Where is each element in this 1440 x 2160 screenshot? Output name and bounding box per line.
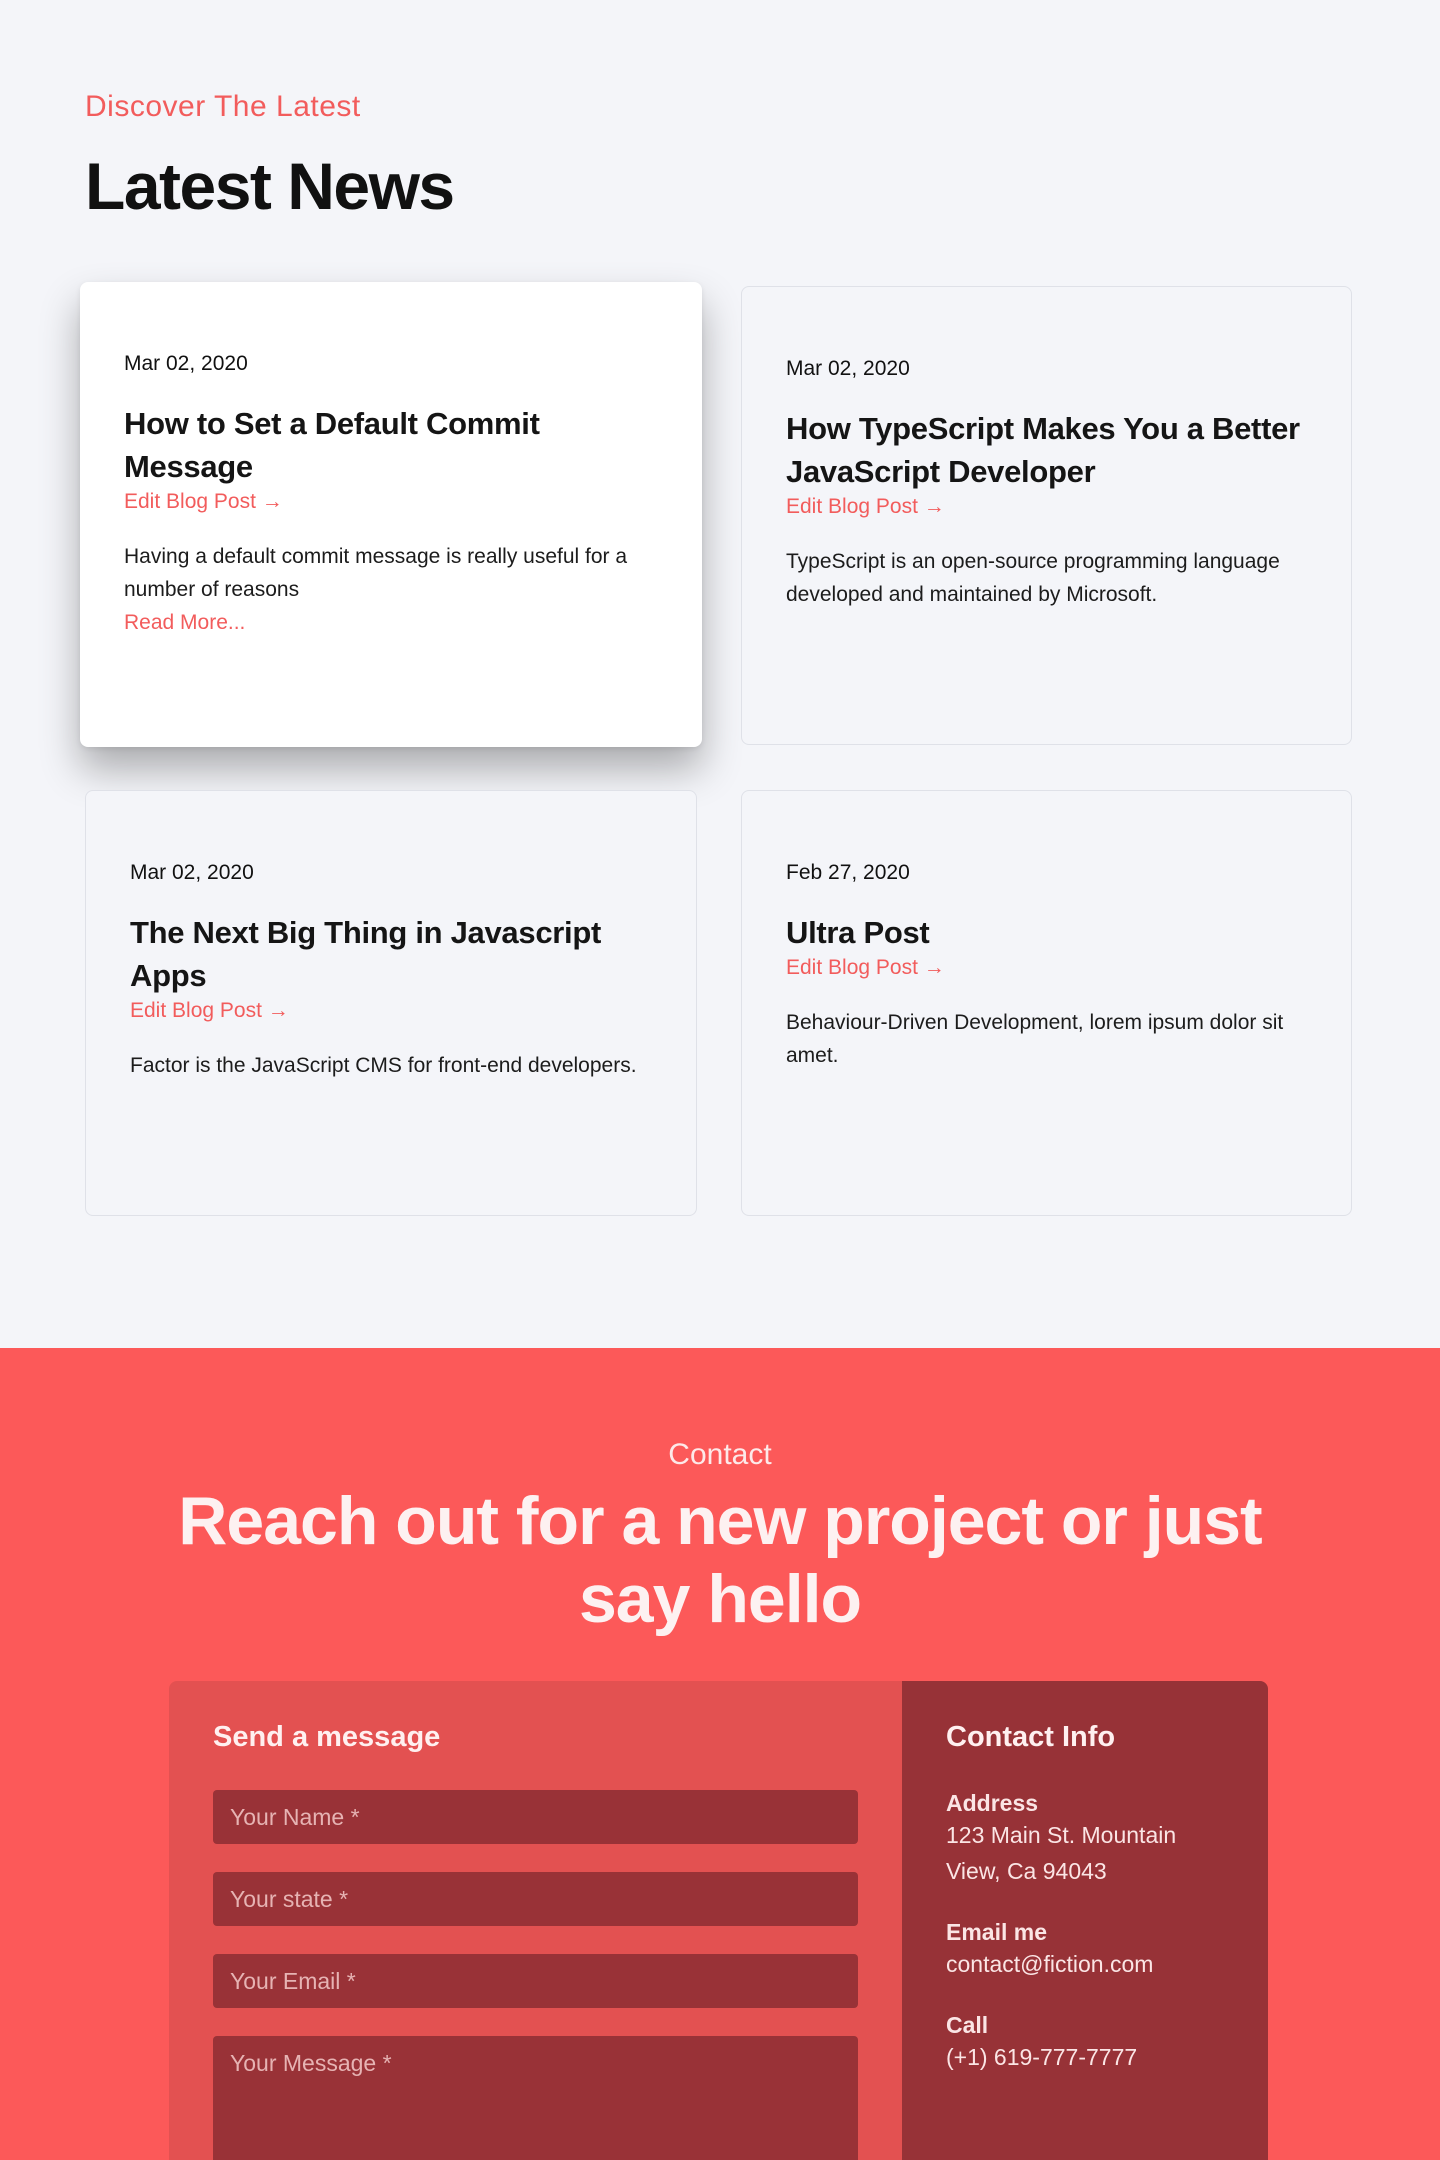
form-title: Send a message (213, 1721, 441, 1753)
post-date: Mar 02, 2020 (130, 861, 254, 884)
contact-heading: Reach out for a new project or just say … (178, 1483, 1262, 1637)
edit-blog-post-link[interactable]: Edit Blog Post → (786, 956, 1307, 980)
address-value: 123 Main St. Mountain View, Ca 94043 (946, 1822, 1177, 1884)
news-heading: Latest News (85, 149, 455, 223)
post-excerpt: Behaviour-Driven Development, lorem ipsu… (786, 1011, 1284, 1067)
news-card[interactable]: Mar 02, 2020 The Next Big Thing in Javas… (85, 790, 697, 1216)
post-date: Feb 27, 2020 (786, 861, 910, 884)
post-title[interactable]: How TypeScript Makes You a Better JavaSc… (786, 407, 1307, 493)
email-value[interactable]: contact@fiction.com (946, 1946, 1224, 1982)
address-label: Address (946, 1790, 1039, 1816)
read-more-link[interactable]: Read More... (124, 606, 658, 639)
name-input[interactable] (213, 1790, 858, 1844)
post-date: Mar 02, 2020 (124, 352, 248, 375)
edit-blog-post-link[interactable]: Edit Blog Post → (786, 495, 1307, 519)
post-excerpt: Having a default commit message is reall… (124, 545, 628, 601)
message-form: Send a message (169, 1681, 902, 2160)
call-label: Call (946, 2012, 989, 2038)
post-date: Mar 02, 2020 (786, 357, 910, 380)
post-excerpt: TypeScript is an open-source programming… (786, 550, 1280, 606)
post-excerpt: Factor is the JavaScript CMS for front-e… (130, 1054, 637, 1077)
contact-kicker: Contact (668, 1438, 772, 1471)
latest-news-section: Discover The Latest Latest News Mar 02, … (0, 0, 1440, 1348)
edit-blog-post-link[interactable]: Edit Blog Post → (124, 490, 658, 514)
contact-info: Contact Info Address 123 Main St. Mounta… (902, 1681, 1268, 2160)
message-textarea[interactable] (213, 2036, 858, 2160)
post-title[interactable]: How to Set a Default Commit Message (124, 402, 658, 488)
edit-blog-post-link[interactable]: Edit Blog Post → (130, 999, 652, 1023)
email-label: Email me (946, 1919, 1047, 1945)
contact-panel: Send a message Contact Info Address 123 … (169, 1681, 1268, 2160)
post-title[interactable]: Ultra Post (786, 911, 1307, 954)
phone-value[interactable]: (+1) 619-777-7777 (946, 2039, 1224, 2075)
info-title: Contact Info (946, 1721, 1116, 1753)
state-input[interactable] (213, 1872, 858, 1926)
email-input[interactable] (213, 1954, 858, 2008)
post-title[interactable]: The Next Big Thing in Javascript Apps (130, 911, 652, 997)
news-card[interactable]: Feb 27, 2020 Ultra Post Edit Blog Post →… (741, 790, 1352, 1216)
news-card[interactable]: Mar 02, 2020 How to Set a Default Commit… (80, 282, 702, 747)
news-card[interactable]: Mar 02, 2020 How TypeScript Makes You a … (741, 286, 1352, 745)
contact-section: Contact Reach out for a new project or j… (0, 1348, 1440, 2160)
news-kicker: Discover The Latest (85, 90, 361, 123)
